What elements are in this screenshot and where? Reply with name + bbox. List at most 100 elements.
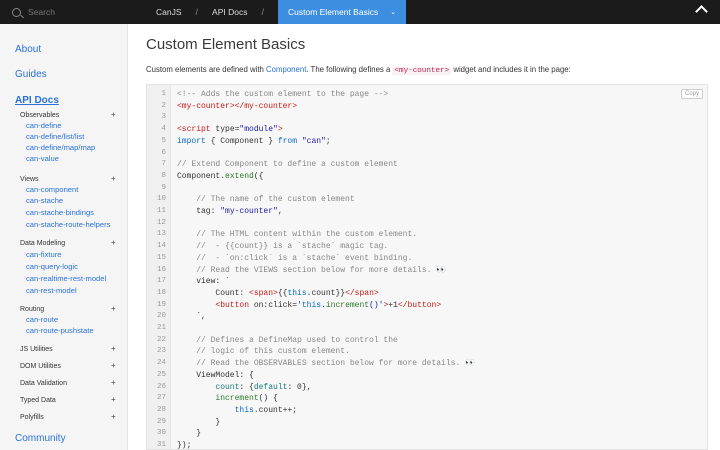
- line-number: 26: [156, 382, 166, 391]
- intro-suffix: widget and includes it in the page:: [451, 65, 571, 74]
- sidebar-item-can-value[interactable]: can-value: [26, 154, 59, 163]
- line-number: 27: [156, 394, 166, 403]
- code-text: });: [177, 441, 192, 450]
- sidebar-item-can-define-map[interactable]: can-define/map/map: [26, 143, 95, 152]
- line-number: 30: [156, 429, 166, 438]
- line-number: 10: [156, 195, 166, 204]
- sidebar-group-dom-utilities[interactable]: DOM Utilities: [20, 363, 61, 370]
- expand-plus-icon[interactable]: +: [111, 238, 116, 247]
- code-text: import { Component } from "can";: [177, 136, 331, 146]
- sidebar-item-can-query-logic[interactable]: can-query-logic: [26, 262, 78, 271]
- code-text: view: `: [177, 277, 230, 287]
- expand-plus-icon[interactable]: +: [111, 361, 116, 370]
- sidebar-group-typed-data[interactable]: Typed Data: [20, 397, 56, 404]
- sidebar-group-polyfills[interactable]: Polyfills: [20, 414, 44, 421]
- sidebar-item-can-route[interactable]: can-route: [26, 315, 58, 324]
- expand-plus-icon[interactable]: +: [111, 412, 116, 421]
- code-text: // Extend Component to define a custom e…: [177, 160, 398, 170]
- code-text: // logic of this custom element.: [177, 347, 350, 357]
- code-text: Component.extend({: [177, 171, 264, 181]
- sidebar-item-can-route-pushstate[interactable]: can-route-pushstate: [26, 326, 94, 335]
- breadcrumb-separator: /: [195, 7, 199, 17]
- code-text: increment() {: [215, 394, 278, 404]
- code-text: count: {default: 0},: [215, 382, 312, 392]
- sidebar: About Guides API Docs Observables + can-…: [0, 24, 128, 450]
- line-number: 1: [161, 90, 166, 98]
- intro-middle: . The following defines a: [306, 65, 393, 74]
- sidebar-group-observables[interactable]: Observables: [20, 112, 59, 119]
- code-text: // - `on:click` is a `stache` event bind…: [177, 253, 413, 263]
- code-block: Copy 1 <!-- Adds the custom element to th…: [146, 84, 708, 450]
- sidebar-item-can-rest-model[interactable]: can-rest-model: [26, 286, 77, 295]
- sidebar-item-can-stache-route-helpers[interactable]: can-stache-route-helpers: [26, 220, 110, 229]
- line-number: 11: [156, 207, 166, 215]
- code-text: `,: [177, 312, 206, 322]
- line-number: 29: [156, 417, 166, 426]
- code-text: ViewModel: {: [177, 370, 254, 380]
- expand-plus-icon[interactable]: +: [111, 110, 116, 119]
- sidebar-item-can-stache[interactable]: can-stache: [26, 196, 63, 205]
- line-number: 4: [161, 125, 166, 134]
- code-text: // Defines a DefineMap used to control t…: [177, 335, 398, 345]
- line-number: 16: [156, 265, 166, 274]
- sidebar-item-can-define[interactable]: can-define: [26, 121, 61, 130]
- code-text: // Read the VIEWS section below for more…: [177, 265, 447, 275]
- sidebar-item-can-component[interactable]: can-component: [26, 185, 78, 194]
- code-text: Count: <span>{{this.count}}</span>: [177, 288, 379, 298]
- line-number: 9: [161, 183, 166, 192]
- line-number: 3: [161, 113, 166, 122]
- line-number: 18: [156, 288, 166, 297]
- breadcrumb-canjs[interactable]: CanJS: [156, 0, 182, 24]
- sidebar-link-api-docs[interactable]: API Docs: [15, 95, 59, 106]
- sidebar-group-js-utilities[interactable]: JS Utilities: [20, 346, 53, 353]
- line-number: 14: [156, 242, 166, 251]
- sidebar-group-routing[interactable]: Routing: [20, 306, 44, 313]
- sidebar-item-can-stache-bindings[interactable]: can-stache-bindings: [26, 208, 94, 217]
- code-text: // - {{count}} is a `stache` magic tag.: [177, 242, 389, 252]
- sidebar-link-about[interactable]: About: [15, 44, 41, 55]
- code-text: }: [177, 417, 221, 427]
- sidebar-item-can-fixture[interactable]: can-fixture: [26, 250, 61, 259]
- line-number: 21: [156, 324, 166, 332]
- code-text: // The name of the custom element: [177, 195, 355, 205]
- chevron-down-icon: ⌄: [390, 9, 397, 16]
- line-number: 15: [156, 253, 166, 262]
- sidebar-group-data-modeling[interactable]: Data Modeling: [20, 240, 65, 247]
- breadcrumb-separator: /: [261, 7, 264, 17]
- line-number: 19: [156, 300, 166, 309]
- line-number: 22: [156, 335, 166, 344]
- line-number: 31: [156, 441, 166, 449]
- expand-plus-icon[interactable]: +: [111, 395, 116, 404]
- sidebar-item-can-realtime-rest-model[interactable]: can-realtime-rest-model: [26, 274, 106, 283]
- expand-plus-icon[interactable]: +: [111, 378, 116, 387]
- search-placeholder: Search: [28, 7, 55, 17]
- code-text: }: [177, 429, 202, 439]
- code-text: <script type="module">: [177, 125, 283, 135]
- search-icon: [12, 7, 21, 17]
- intro-paragraph: Custom elements are defined with Compone…: [146, 65, 571, 75]
- sidebar-link-community[interactable]: Community: [15, 433, 66, 444]
- expand-plus-icon[interactable]: +: [111, 174, 116, 183]
- expand-plus-icon[interactable]: +: [111, 344, 116, 353]
- line-number: 7: [161, 160, 166, 169]
- component-link[interactable]: Component: [266, 65, 306, 74]
- line-number: 17: [156, 277, 166, 286]
- search-box[interactable]: Search: [0, 0, 128, 24]
- sidebar-link-guides[interactable]: Guides: [15, 69, 47, 80]
- sidebar-group-views[interactable]: Views: [20, 176, 39, 183]
- sidebar-item-can-define-list[interactable]: can-define/list/list: [26, 132, 84, 141]
- line-number: 12: [156, 218, 166, 227]
- sidebar-group-data-validation[interactable]: Data Validation: [20, 380, 67, 387]
- expand-plus-icon[interactable]: +: [111, 304, 116, 313]
- page-title: Custom Element Basics: [146, 36, 306, 53]
- line-number: 5: [161, 136, 166, 145]
- code-text: tag: "my-counter",: [177, 207, 283, 216]
- line-number: 8: [161, 171, 166, 180]
- copy-button[interactable]: Copy: [680, 89, 703, 99]
- collapse-chevron-up-icon[interactable]: [695, 5, 708, 18]
- breadcrumb-api-docs[interactable]: API Docs: [212, 0, 247, 24]
- breadcrumb-current-label: Custom Element Basics: [287, 7, 379, 17]
- breadcrumb-current-page[interactable]: Custom Element Basics ⌄: [277, 0, 407, 24]
- code-text: this.count++;: [234, 405, 298, 415]
- code-text: // Read the OBSERVABLES section below fo…: [177, 359, 476, 369]
